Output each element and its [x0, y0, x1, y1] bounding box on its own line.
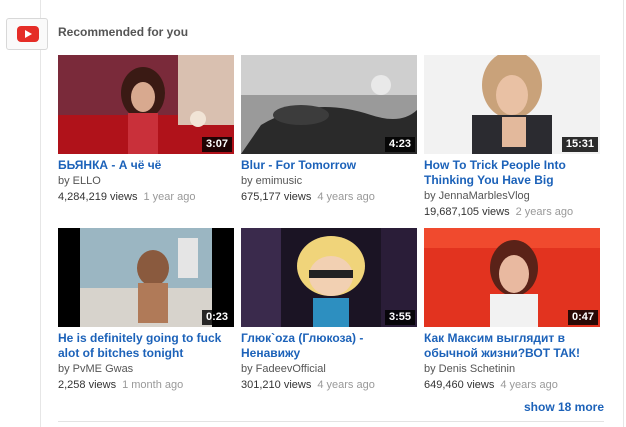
- video-duration: 3:07: [201, 137, 232, 152]
- video-channel[interactable]: by ELLO: [58, 175, 101, 187]
- video-title-link[interactable]: Blur - For Tomorrow: [241, 158, 417, 173]
- video-channel[interactable]: by PvME Gwas: [58, 363, 133, 375]
- video-thumbnail[interactable]: 4:23: [241, 55, 417, 154]
- video-title-link[interactable]: Как Максим выглядит в обычной жизни?ВОТ …: [424, 331, 600, 361]
- video-thumbnail[interactable]: 15:31: [424, 55, 600, 154]
- video-age: 1 year ago: [143, 191, 196, 203]
- show-more-link[interactable]: show 18 more: [524, 400, 604, 414]
- video-channel[interactable]: by JennaMarblesVlog: [424, 190, 530, 202]
- video-duration: 15:31: [561, 137, 598, 152]
- video-card[interactable]: 3:55 Глюк`oza (Глюкоза) - Ненавижу by Fa…: [241, 228, 417, 393]
- panel-border-left: [40, 50, 41, 427]
- video-thumbnail[interactable]: 3:07: [58, 55, 234, 154]
- video-channel[interactable]: by FadeevOfficial: [241, 363, 326, 375]
- video-channel[interactable]: by Denis Schetinin: [424, 363, 515, 375]
- video-duration: 0:47: [567, 310, 598, 325]
- video-card[interactable]: 15:31 How To Trick People Into Thinking …: [424, 55, 600, 220]
- video-title-link[interactable]: He is definitely going to fuck alot of b…: [58, 331, 234, 361]
- divider: [58, 421, 604, 422]
- video-card[interactable]: 3:07 БЬЯНКА - А чё чё by ELLO 4,284,219 …: [58, 55, 234, 205]
- video-title-link[interactable]: Глюк`oza (Глюкоза) - Ненавижу: [241, 331, 417, 361]
- video-views: 301,210 views: [241, 379, 312, 391]
- video-title-link[interactable]: How To Trick People Into Thinking You Ha…: [424, 158, 600, 188]
- video-thumbnail[interactable]: 3:55: [241, 228, 417, 327]
- video-age: 2 years ago: [515, 206, 574, 218]
- video-duration: 3:55: [384, 310, 415, 325]
- video-thumbnail[interactable]: 0:47: [424, 228, 600, 327]
- video-thumbnail[interactable]: 0:23: [58, 228, 234, 327]
- video-views: 4,284,219 views: [58, 191, 138, 203]
- video-views: 19,687,105 views: [424, 206, 510, 218]
- youtube-channel-icon[interactable]: [6, 18, 48, 50]
- panel-border-left: [40, 0, 41, 18]
- video-age: 4 years ago: [317, 379, 375, 391]
- video-duration: 4:23: [384, 137, 415, 152]
- video-age: 1 month ago: [122, 379, 184, 391]
- video-channel[interactable]: by emimusic: [241, 175, 302, 187]
- video-age: 4 years ago: [500, 379, 558, 391]
- video-title-link[interactable]: БЬЯНКА - А чё чё: [58, 158, 234, 173]
- panel-border-right: [623, 0, 624, 427]
- video-views: 2,258 views: [58, 379, 117, 391]
- video-card[interactable]: 0:23 He is definitely going to fuck alot…: [58, 228, 234, 393]
- video-card[interactable]: 4:23 Blur - For Tomorrow by emimusic 675…: [241, 55, 417, 205]
- video-views: 675,177 views: [241, 191, 312, 203]
- video-age: 4 years ago: [317, 191, 375, 203]
- section-title: Recommended for you: [58, 25, 189, 39]
- video-card[interactable]: 0:47 Как Максим выглядит в обычной жизни…: [424, 228, 600, 393]
- video-duration: 0:23: [201, 310, 232, 325]
- video-views: 649,460 views: [424, 379, 495, 391]
